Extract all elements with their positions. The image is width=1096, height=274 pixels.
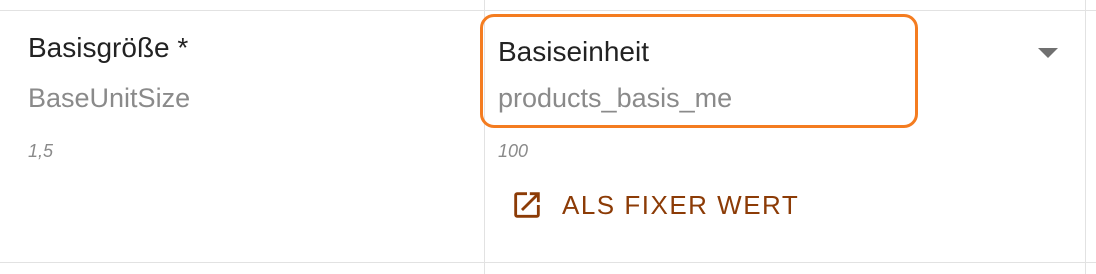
select-selected-label: Basiseinheit	[498, 36, 649, 67]
row-top-border	[0, 10, 1096, 11]
column-divider-right	[1085, 0, 1086, 274]
use-fixed-value-button[interactable]: ALS FIXER WERT	[500, 180, 809, 230]
mapping-example-value: 100	[498, 141, 529, 161]
open-in-new-icon	[510, 188, 544, 222]
field-example-value: 1,5	[28, 141, 54, 161]
row-bottom-border	[0, 262, 1096, 263]
mapping-row: Basisgröße * BaseUnitSize 1,5 Basiseinhe…	[0, 0, 1096, 274]
chevron-down-icon[interactable]	[1038, 48, 1058, 58]
select-selected-technical: products_basis_me	[498, 83, 733, 113]
fixed-value-label: ALS FIXER WERT	[562, 190, 800, 220]
field-label: Basisgröße *	[28, 32, 189, 63]
field-technical-name: BaseUnitSize	[28, 83, 191, 113]
